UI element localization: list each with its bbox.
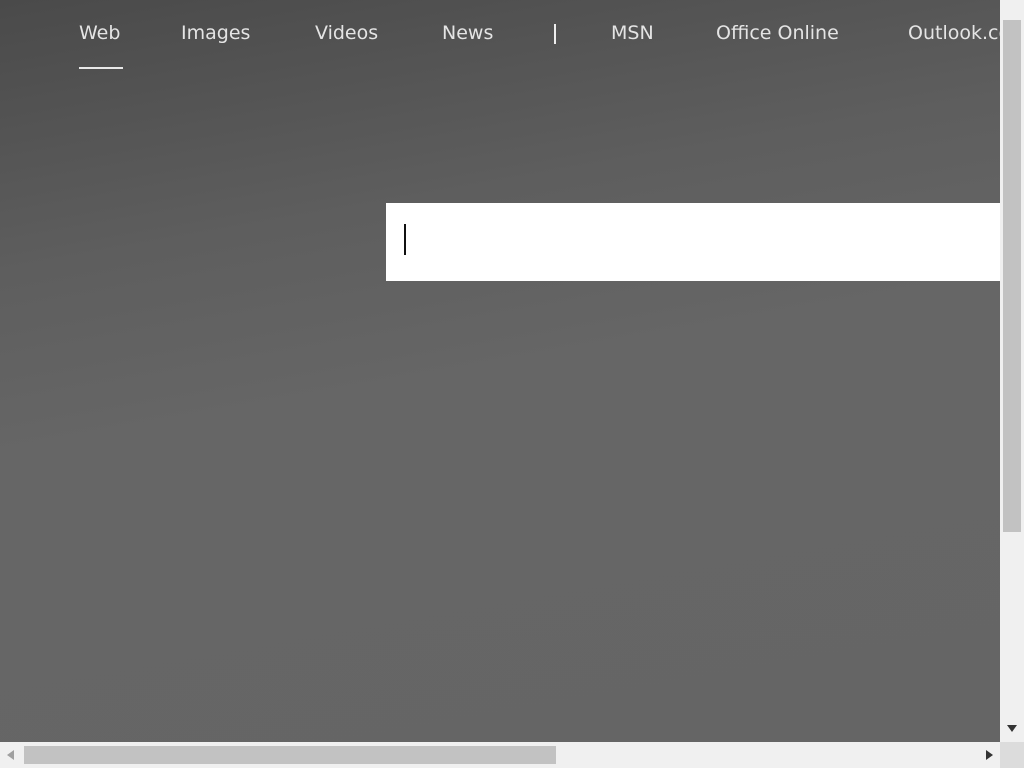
nav-divider bbox=[554, 24, 556, 44]
nav-videos[interactable]: Videos bbox=[315, 22, 378, 44]
nav-web[interactable]: Web bbox=[79, 22, 120, 44]
vertical-scroll-thumb[interactable] bbox=[1003, 20, 1021, 532]
active-tab-indicator bbox=[79, 67, 123, 69]
scroll-down-arrow-icon[interactable] bbox=[1007, 725, 1017, 732]
scrollbar-corner bbox=[1000, 742, 1024, 768]
nav-office-online[interactable]: Office Online bbox=[716, 22, 839, 44]
horizontal-scroll-thumb[interactable] bbox=[24, 746, 556, 764]
scroll-left-arrow-icon[interactable] bbox=[7, 750, 14, 760]
nav-news[interactable]: News bbox=[442, 22, 493, 44]
nav-images[interactable]: Images bbox=[181, 22, 250, 44]
nav-outlook[interactable]: Outlook.com bbox=[908, 22, 1000, 44]
text-caret bbox=[404, 224, 406, 255]
search-input[interactable] bbox=[386, 203, 1000, 281]
scroll-right-arrow-icon[interactable] bbox=[986, 750, 993, 760]
nav-msn[interactable]: MSN bbox=[611, 22, 654, 44]
page-background: Web Images Videos News MSN Office Online… bbox=[0, 0, 1000, 742]
